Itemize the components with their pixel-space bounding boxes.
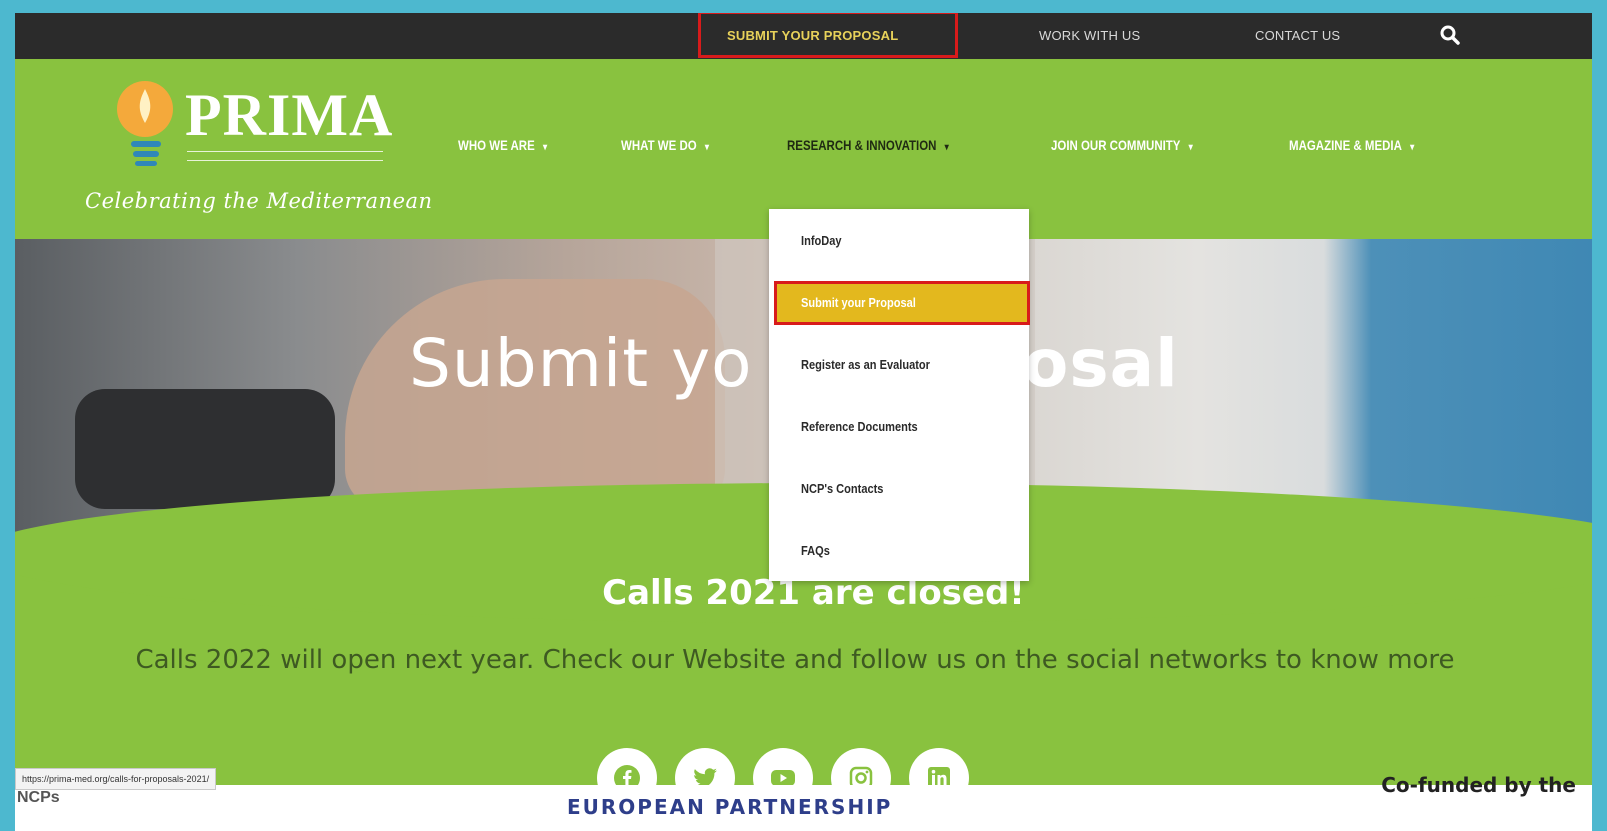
tagline: Celebrating the Mediterranean — [85, 189, 433, 213]
prima-logo-text[interactable]: PRIMA — [185, 81, 393, 150]
nav-label: WHAT WE DO — [621, 137, 697, 153]
prima-logo-icon[interactable] — [115, 79, 179, 171]
chevron-down-icon: ▾ — [704, 142, 709, 153]
top-bar: SUBMIT YOUR PROPOSAL WORK WITH US CONTAC… — [15, 13, 1592, 59]
chevron-down-icon: ▾ — [1410, 142, 1415, 153]
logo-subline — [187, 151, 383, 161]
dropdown-item-ncp-contacts[interactable]: NCP's Contacts — [801, 481, 883, 496]
chevron-down-icon: ▾ — [944, 142, 949, 153]
browser-page: SUBMIT YOUR PROPOSAL WORK WITH US CONTAC… — [15, 13, 1592, 831]
nav-label: WHO WE ARE — [458, 137, 535, 153]
nav-join-our-community[interactable]: JOIN OUR COMMUNITY ▾ — [1051, 137, 1193, 153]
dropdown-item-submit-proposal[interactable]: Submit your Proposal — [801, 295, 916, 310]
nav-research-innovation[interactable]: RESEARCH & INNOVATION ▾ — [787, 137, 949, 153]
dropdown-item-faqs[interactable]: FAQs — [801, 543, 830, 558]
chevron-down-icon: ▾ — [1188, 142, 1193, 153]
ncps-label[interactable]: NCPs — [17, 789, 60, 807]
nav-label: RESEARCH & INNOVATION — [787, 137, 937, 153]
research-innovation-dropdown: InfoDay Submit your Proposal Register as… — [769, 209, 1030, 581]
nav-label: MAGAZINE & MEDIA — [1289, 137, 1402, 153]
hero-title-left: Submit yo — [409, 325, 753, 402]
nav-who-we-are[interactable]: WHO WE ARE ▾ — [458, 137, 547, 153]
dropdown-item-infoday[interactable]: InfoDay — [801, 233, 842, 248]
top-contact-us-link[interactable]: CONTACT US — [1255, 13, 1340, 59]
top-work-with-us-link[interactable]: WORK WITH US — [1039, 13, 1140, 59]
hero-title-right: osal — [1023, 325, 1179, 402]
dropdown-item-reference-documents[interactable]: Reference Documents — [801, 419, 918, 434]
nav-magazine-media[interactable]: MAGAZINE & MEDIA ▾ — [1289, 137, 1414, 153]
chevron-down-icon: ▾ — [542, 142, 548, 153]
top-submit-proposal-link[interactable]: SUBMIT YOUR PROPOSAL — [727, 13, 898, 59]
nav-label: JOIN OUR COMMUNITY — [1051, 137, 1181, 153]
european-partnership-text: EUROPEAN PARTNERSHIP — [567, 795, 893, 819]
dropdown-item-register-evaluator[interactable]: Register as an Evaluator — [801, 357, 930, 372]
status-bar-url: https://prima-med.org/calls-for-proposal… — [15, 768, 217, 790]
search-icon[interactable] — [1440, 25, 1460, 45]
calls-info-text: Calls 2022 will open next year. Check ou… — [135, 645, 1455, 675]
nav-what-we-do[interactable]: WHAT WE DO ▾ — [621, 137, 709, 153]
cofunded-text: Co-funded by the — [1381, 773, 1576, 797]
hero-photo-shape — [75, 389, 335, 509]
